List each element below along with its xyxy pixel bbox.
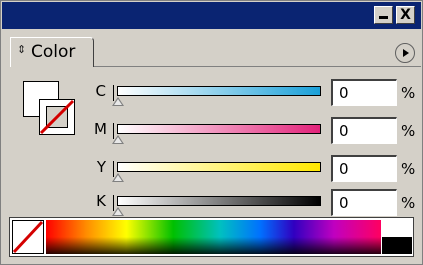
spectrum-ramp[interactable] <box>46 220 381 254</box>
slider-row-cyan: C 0 % <box>9 79 420 113</box>
slider-track-c[interactable] <box>117 86 321 96</box>
none-swatch[interactable] <box>12 220 44 254</box>
slider-row-magenta: M 0 % <box>9 117 420 151</box>
tab-label: Color <box>31 42 76 62</box>
color-panel-body: C 0 % M 0 % Y 0 % K 0 % <box>9 67 420 216</box>
slider-track-k[interactable] <box>117 196 321 206</box>
slider-label-m: M <box>94 120 107 138</box>
tab-strip: ⇕ Color <box>2 29 421 67</box>
minimize-icon <box>379 15 388 19</box>
none-swatch-icon <box>12 220 44 254</box>
percent-label-k: % <box>401 194 416 212</box>
percent-label-y: % <box>401 160 416 178</box>
color-panel-window: X ⇕ Color C 0 % M 0 % Y 0 % K 0 % <box>0 0 423 265</box>
minimize-button[interactable] <box>374 6 393 24</box>
close-button[interactable]: X <box>396 6 415 24</box>
slider-label-k: K <box>96 192 106 210</box>
percent-label-c: % <box>401 84 416 102</box>
slider-track-y[interactable] <box>117 162 321 172</box>
tab-color[interactable]: ⇕ Color <box>10 37 94 67</box>
value-field-m[interactable]: 0 <box>331 117 397 144</box>
slider-thumb-y[interactable] <box>112 173 124 182</box>
title-bar[interactable]: X <box>2 2 421 29</box>
black-swatch[interactable] <box>382 237 412 254</box>
white-swatch[interactable] <box>382 220 412 237</box>
panel-menu-icon <box>403 49 409 57</box>
value-field-y[interactable]: 0 <box>331 155 397 182</box>
slider-label-y: Y <box>96 158 106 176</box>
value-field-k[interactable]: 0 <box>331 189 397 216</box>
close-icon: X <box>400 7 411 23</box>
slider-thumb-c[interactable] <box>112 97 124 106</box>
slider-row-yellow: Y 0 % <box>9 155 420 189</box>
percent-label-m: % <box>401 122 416 140</box>
slider-label-c: C <box>95 82 106 100</box>
panel-menu-button[interactable] <box>395 43 415 63</box>
tab-arrows-icon: ⇕ <box>17 43 27 56</box>
slider-thumb-k[interactable] <box>112 207 124 216</box>
slider-thumb-m[interactable] <box>112 135 124 144</box>
slider-track-m[interactable] <box>117 124 321 134</box>
value-field-c[interactable]: 0 <box>331 79 397 106</box>
color-ramp <box>9 217 414 257</box>
